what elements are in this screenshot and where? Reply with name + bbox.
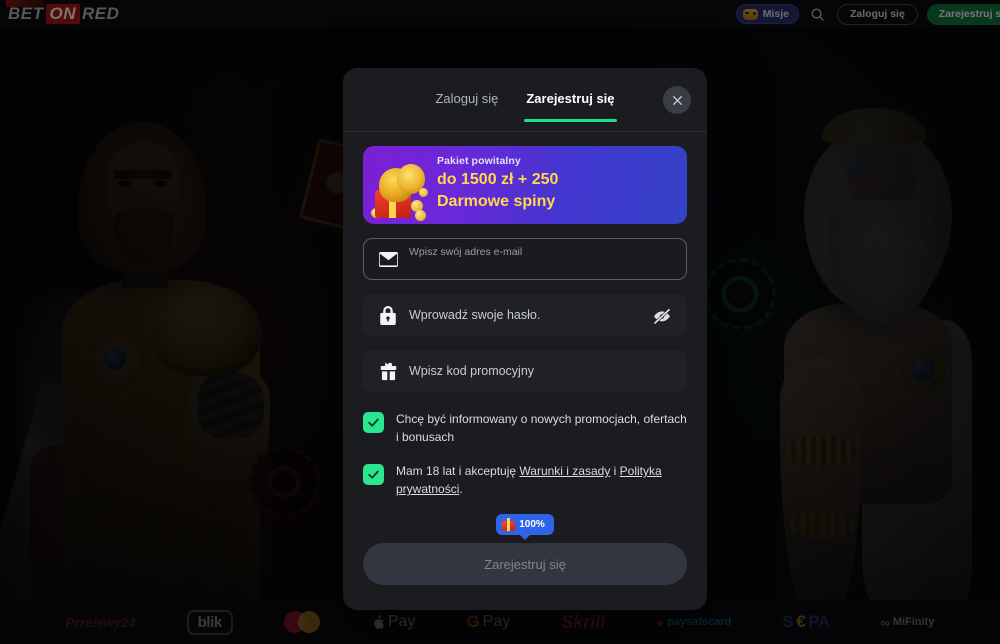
consent-checkboxes: Chcę być informowany o nowych promocjach… [363, 410, 687, 498]
tab-register-label: Zarejestruj się [526, 91, 615, 106]
bonus-percent-label: 100% [519, 519, 545, 530]
marketing-consent-checkbox[interactable] [363, 412, 384, 433]
email-field-label: Wpisz swój adres e-mail [409, 246, 523, 258]
terms-consent-checkbox[interactable] [363, 464, 384, 485]
register-submit-label: Zarejestruj się [484, 556, 566, 572]
auth-modal: Zaloguj się Zarejestruj się Pakiet powit… [343, 68, 707, 610]
welcome-bonus-banner: Pakiet powitalny do 1500 zł + 250 Darmow… [363, 146, 687, 224]
envelope-icon [378, 249, 398, 269]
terms-link[interactable]: Warunki i zasady [519, 464, 610, 478]
promo-amount-line1: do 1500 zł + 250 [437, 171, 559, 188]
coin [415, 210, 426, 221]
coin [419, 188, 428, 197]
page-root: BET ON RED Misje Zaloguj się Zarejestruj… [0, 0, 1000, 644]
email-field[interactable]: Wpisz swój adres e-mail [363, 238, 687, 280]
bonus-badge-wrapper: 100% [363, 514, 687, 535]
terms-consent-row[interactable]: Mam 18 lat i akceptuję Warunki i zasady … [363, 462, 687, 498]
tab-login[interactable]: Zaloguj się [433, 85, 500, 122]
marketing-consent-label: Chcę być informowany o nowych promocjach… [396, 412, 687, 444]
tab-register[interactable]: Zarejestruj się [524, 85, 617, 122]
promo-code-field[interactable]: Wpisz kod promocyjny [363, 350, 687, 392]
promo-kicker: Pakiet powitalny [437, 155, 521, 167]
bonus-status-badge: 100% [496, 514, 554, 535]
terms-consent-label: Mam 18 lat i akceptuję Warunki i zasady … [396, 462, 687, 498]
lock-icon [378, 305, 398, 325]
password-field[interactable]: Wprowadź swoje hasło. [363, 294, 687, 336]
terms-text-after: . [459, 482, 463, 496]
gift-icon [502, 518, 516, 531]
promo-amount-line2: Darmowe spiny [437, 193, 556, 210]
modal-body: Pakiet powitalny do 1500 zł + 250 Darmow… [343, 132, 707, 585]
register-submit-button[interactable]: Zarejestruj się [363, 543, 687, 585]
marketing-consent-row[interactable]: Chcę być informowany o nowych promocjach… [363, 410, 687, 446]
promo-code-field-label: Wpisz kod promocyjny [409, 364, 535, 378]
tab-login-label: Zaloguj się [435, 91, 499, 106]
modal-header: Zaloguj się Zarejestruj się [343, 68, 707, 132]
password-field-label: Wprowadź swoje hasło. [409, 308, 541, 322]
terms-text-mid: i [610, 464, 620, 478]
eye-off-icon[interactable] [652, 306, 672, 326]
close-icon[interactable] [663, 86, 691, 114]
terms-text-before: Mam 18 lat i akceptuję [396, 464, 520, 478]
gift-treasure-icon [371, 158, 433, 222]
gift-icon [378, 361, 398, 381]
